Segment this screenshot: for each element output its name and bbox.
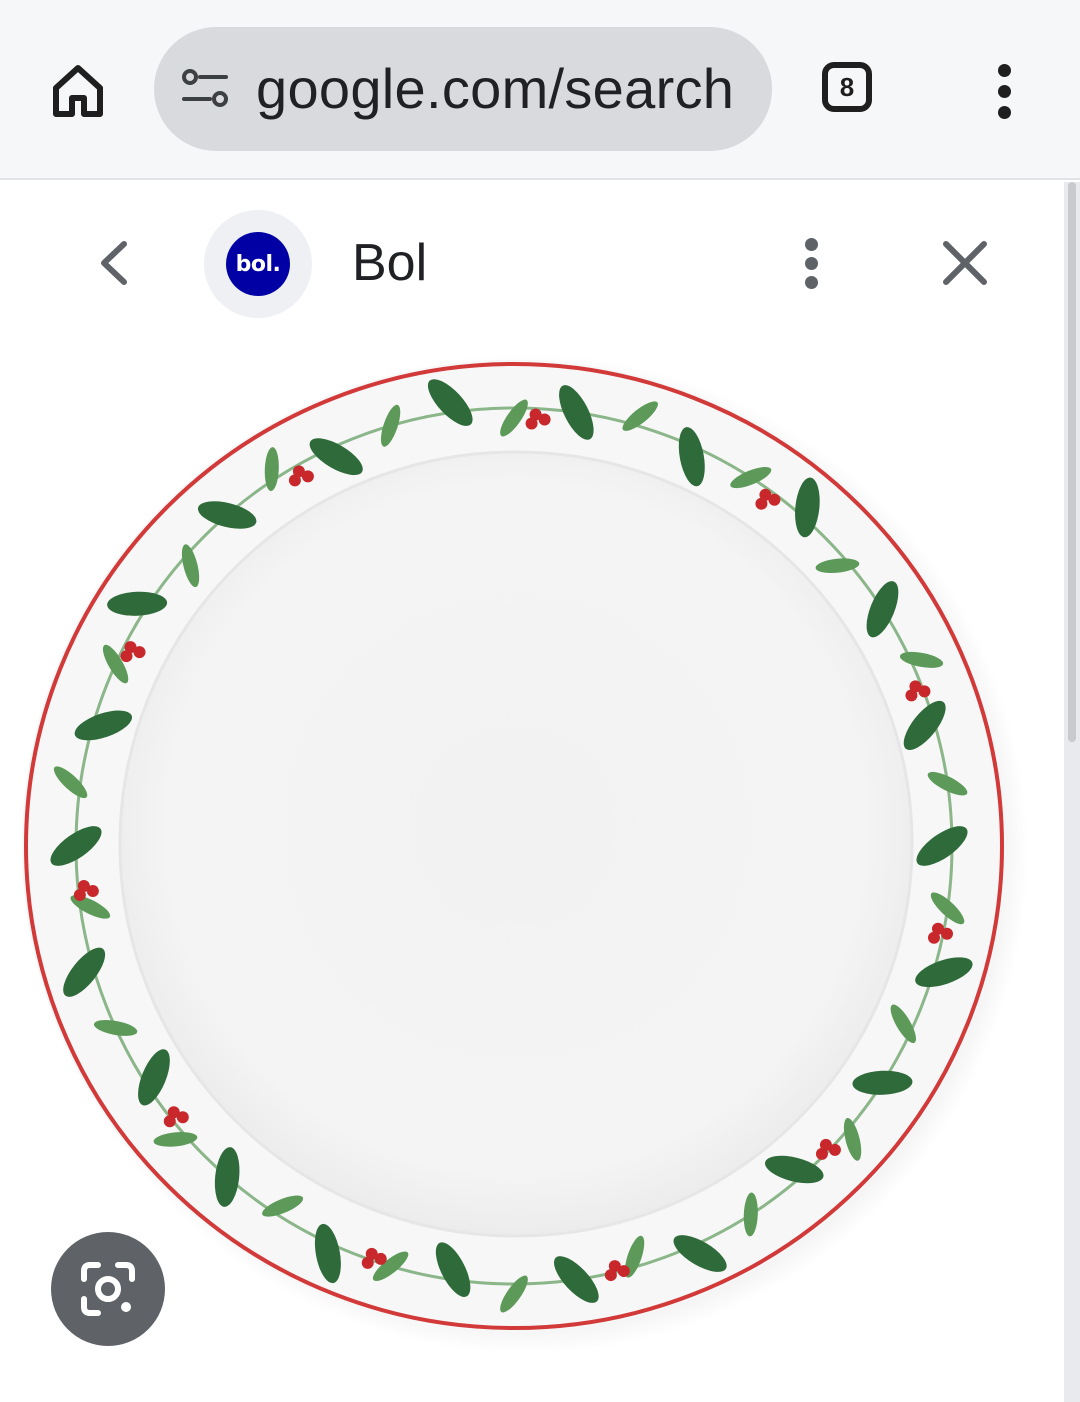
- scrollbar[interactable]: [1064, 182, 1080, 1402]
- holly-berry: [617, 1265, 630, 1278]
- holly-berry: [927, 931, 940, 944]
- lens-icon: [81, 1262, 135, 1316]
- holly-berry: [918, 685, 931, 698]
- lens-button[interactable]: [51, 1232, 165, 1346]
- source-favicon[interactable]: bol.: [204, 210, 312, 318]
- holly-berry: [133, 646, 146, 659]
- bol-logo: bol.: [226, 232, 290, 296]
- url-text[interactable]: google.com/search: [256, 27, 734, 151]
- holly-berry: [755, 497, 768, 510]
- url-fade: [732, 27, 772, 151]
- holly-berry: [73, 889, 86, 902]
- source-menu-button[interactable]: [792, 230, 832, 296]
- browser-toolbar: google.com/search 8: [0, 0, 1080, 180]
- holly-berry: [604, 1269, 617, 1282]
- holly-berry: [905, 689, 918, 702]
- holly-berry: [163, 1115, 176, 1128]
- browser-menu-button[interactable]: [980, 58, 1030, 124]
- source-name[interactable]: Bol: [352, 222, 427, 304]
- plate-well: [120, 452, 912, 1236]
- holly-berry: [288, 474, 301, 487]
- bol-logo-text: bol.: [235, 251, 281, 277]
- holly-berry: [525, 417, 538, 430]
- tab-switcher-icon: 8: [822, 62, 872, 112]
- close-icon: [943, 241, 987, 285]
- holly-berry: [361, 1256, 374, 1269]
- home-icon: [53, 65, 103, 117]
- holly-berry: [768, 493, 781, 506]
- image-preview[interactable]: [0, 344, 1064, 1402]
- scrollbar-thumb[interactable]: [1068, 182, 1076, 742]
- tune-icon[interactable]: [180, 67, 230, 111]
- holly-berry: [176, 1111, 189, 1124]
- holly-berry: [538, 413, 551, 426]
- address-bar[interactable]: google.com/search: [154, 27, 772, 151]
- holly-berry: [815, 1147, 828, 1160]
- home-button[interactable]: [40, 52, 116, 128]
- holly-berry: [940, 927, 953, 940]
- holly-berry: [120, 650, 133, 663]
- chevron-left-icon: [101, 241, 127, 285]
- source-header: bol. Bol: [0, 182, 1080, 344]
- tab-count: 8: [839, 71, 855, 102]
- tab-switcher-button[interactable]: 8: [820, 60, 880, 120]
- plate-image: [22, 354, 1028, 1354]
- holly-berry: [374, 1252, 387, 1265]
- back-button[interactable]: [88, 232, 142, 294]
- holly-berry: [301, 470, 314, 483]
- close-button[interactable]: [936, 234, 994, 292]
- holly-berry: [828, 1143, 841, 1156]
- holly-berry: [86, 885, 99, 898]
